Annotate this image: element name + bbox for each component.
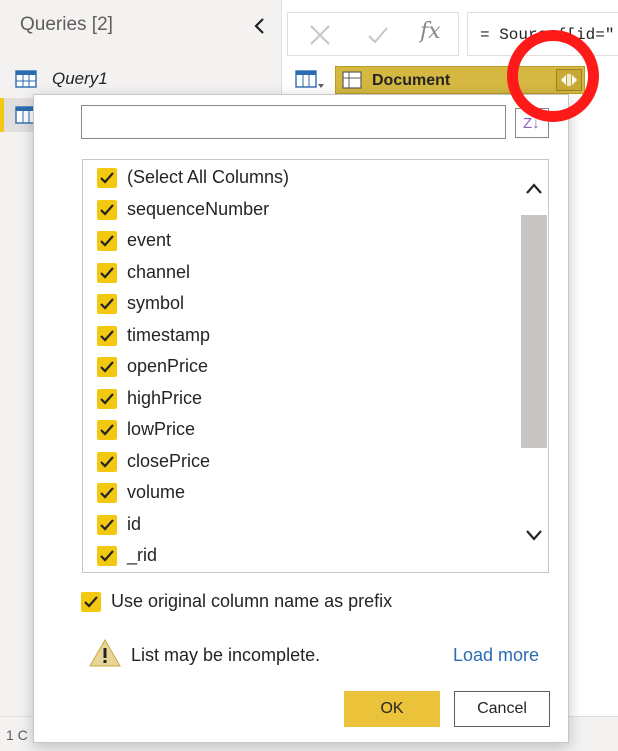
column-list-item[interactable]: event: [97, 229, 497, 253]
scrollbar[interactable]: [521, 160, 547, 572]
column-list-item[interactable]: channel: [97, 261, 497, 285]
column-search-input[interactable]: [81, 105, 506, 139]
load-more-link[interactable]: Load more: [453, 645, 539, 666]
check-icon: [100, 266, 114, 279]
fx-icon[interactable]: fx: [420, 19, 441, 44]
checkbox[interactable]: [97, 546, 117, 566]
checkbox[interactable]: [97, 262, 117, 283]
query-label: Query1: [52, 69, 108, 88]
check-icon: [100, 424, 114, 436]
column-list-item[interactable]: (Select All Columns): [97, 166, 497, 190]
checkbox[interactable]: [97, 294, 117, 314]
column-label: event: [127, 230, 172, 250]
checkbox[interactable]: [97, 325, 117, 346]
sort-button[interactable]: Z↓: [515, 108, 549, 138]
formula-text: = Source{[id=": [480, 26, 615, 44]
column-label: highPrice: [127, 387, 203, 408]
check-icon: [100, 172, 114, 184]
sort-descending-icon: Z↓: [523, 115, 540, 132]
expand-columns-button[interactable]: [556, 69, 582, 91]
column-header-document[interactable]: Document: [335, 66, 585, 94]
column-label: _rid: [127, 545, 158, 565]
checkbox[interactable]: [97, 420, 117, 440]
ok-button[interactable]: OK: [344, 691, 440, 727]
column-list-item[interactable]: lowPrice: [97, 418, 497, 442]
checkbox[interactable]: [97, 451, 117, 472]
check-icon: [84, 596, 98, 608]
column-list-item[interactable]: id: [97, 513, 497, 537]
warning-icon: [89, 638, 121, 667]
chevron-left-icon[interactable]: [252, 16, 268, 36]
check-icon[interactable]: [366, 23, 390, 47]
check-icon: [100, 487, 114, 499]
checkbox[interactable]: [97, 514, 117, 535]
checkbox[interactable]: [97, 168, 117, 188]
table-menu-icon[interactable]: [295, 69, 325, 91]
column-list-item[interactable]: closePrice: [97, 450, 497, 474]
check-icon: [100, 550, 114, 562]
table-icon: [15, 70, 37, 88]
formula-buttons: fx: [287, 12, 459, 56]
scrollbar-thumb[interactable]: [521, 215, 547, 448]
check-icon: [100, 455, 114, 468]
column-list-item[interactable]: openPrice: [97, 355, 497, 379]
check-icon: [100, 392, 114, 405]
checkbox[interactable]: [97, 483, 117, 503]
column-list-item[interactable]: highPrice: [97, 387, 497, 411]
prefix-option-label: Use original column name as prefix: [111, 591, 393, 611]
check-icon: [100, 361, 114, 373]
warning-text: List may be incomplete.: [131, 645, 321, 665]
column-label: volume: [127, 482, 186, 502]
column-list-item[interactable]: timestamp: [97, 324, 497, 348]
checkbox[interactable]: [97, 388, 117, 409]
column-list-item[interactable]: sequenceNumber: [97, 198, 497, 222]
column-label: sequenceNumber: [127, 198, 270, 219]
checkbox[interactable]: [97, 357, 117, 377]
column-label: (Select All Columns): [127, 167, 290, 187]
check-icon: [100, 203, 114, 216]
expand-columns-icon: [561, 74, 577, 86]
warning-row: List may be incomplete. Load more: [89, 638, 549, 672]
prefix-option-checkbox[interactable]: Use original column name as prefix: [81, 590, 481, 614]
checkbox[interactable]: [81, 592, 101, 612]
check-icon: [100, 235, 114, 247]
chevron-down-icon[interactable]: [525, 526, 543, 544]
checkbox[interactable]: [97, 231, 117, 251]
column-label: lowPrice: [127, 419, 196, 439]
cancel-button[interactable]: Cancel: [454, 691, 550, 727]
check-icon: [100, 298, 114, 310]
column-label: symbol: [127, 293, 185, 313]
column-label: channel: [127, 261, 191, 282]
queries-title: Queries [2]: [20, 14, 113, 35]
close-icon[interactable]: [308, 23, 332, 47]
column-label: openPrice: [127, 356, 209, 376]
column-header-label: Document: [372, 72, 451, 89]
query-item-query1[interactable]: Query1: [0, 62, 282, 96]
formula-input[interactable]: = Source{[id=": [467, 12, 618, 56]
check-icon: [100, 518, 114, 531]
expand-columns-popup: Z↓ (Select All Columns) sequenceNumber eve…: [33, 94, 569, 743]
column-label: id: [127, 513, 142, 534]
check-icon: [100, 329, 114, 342]
column-list-item[interactable]: _rid: [97, 544, 497, 568]
column-list-item[interactable]: volume: [97, 481, 497, 505]
table-icon: [342, 71, 362, 89]
column-label: timestamp: [127, 324, 211, 345]
status-text: 1 C: [6, 727, 28, 743]
column-list: (Select All Columns) sequenceNumber event c…: [82, 159, 549, 573]
column-list-item[interactable]: symbol: [97, 292, 497, 316]
column-label: closePrice: [127, 450, 211, 471]
checkbox[interactable]: [97, 199, 117, 220]
chevron-up-icon[interactable]: [525, 180, 543, 198]
